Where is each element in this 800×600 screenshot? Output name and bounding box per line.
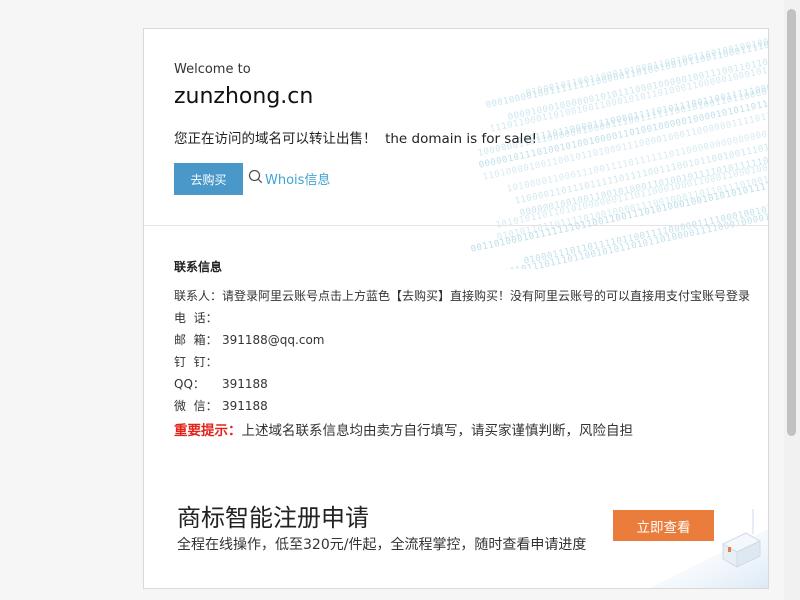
whois-link[interactable]: Whois信息 — [248, 169, 330, 188]
contact-row-dingtalk: 钉 钉： — [174, 353, 222, 370]
sale-notice: 您正在访问的域名可以转让出售！ the domain is for sale! — [174, 131, 538, 147]
contact-label: 联系人： — [174, 289, 223, 303]
contact-label: 电 话： — [174, 311, 218, 325]
contact-label: QQ： — [174, 377, 205, 391]
notice-text: 上述域名联系信息均由卖方自行填写，请买家谨慎判断，风险自担 — [241, 423, 634, 439]
contact-value: 391188 — [222, 399, 268, 413]
contact-row-phone: 电 话： — [174, 309, 222, 326]
search-icon — [248, 169, 265, 188]
ad-title: 商标智能注册申请 — [177, 504, 369, 532]
scrollbar-thumb[interactable] — [787, 9, 796, 436]
whois-label: Whois信息 — [265, 173, 331, 188]
domain-name: zunzhong.cn — [174, 84, 314, 109]
trademark-ad-banner[interactable]: 商标智能注册申请 全程在线操作，低至320元/件起，全流程掌控，随时查看申请进度… — [144, 489, 768, 588]
contact-value: 请登录阿里云账号点击上方蓝色【去购买】直接购买！没有阿里云账号的可以直接用支付宝… — [222, 289, 751, 303]
vertical-scrollbar[interactable] — [784, 0, 800, 600]
contact-value: 391188 — [222, 377, 268, 391]
view-now-button[interactable]: 立即查看 — [613, 510, 714, 541]
contact-label: 微 信： — [174, 399, 218, 413]
contact-row-contact-person: 联系人：请登录阿里云账号点击上方蓝色【去购买】直接购买！没有阿里云账号的可以直接… — [174, 287, 750, 304]
notice-label: 重要提示： — [174, 423, 242, 439]
binary-decoration: 0100010110011000101000110010011001001001… — [438, 29, 768, 269]
contact-title: 联系信息 — [174, 260, 223, 274]
welcome-text: Welcome to — [174, 62, 251, 77]
contact-value: 391188@qq.com — [222, 333, 325, 347]
contact-row-qq: QQ： 391188 — [174, 375, 268, 392]
contact-label: 钉 钉： — [174, 355, 218, 369]
domain-sale-card: 0100010110011000101000110010011001001001… — [143, 28, 769, 589]
contact-row-wechat: 微 信： 391188 — [174, 397, 268, 414]
important-notice: 重要提示：上述域名联系信息均由卖方自行填写，请买家谨慎判断，风险自担 — [174, 419, 633, 439]
ad-subtitle: 全程在线操作，低至320元/件起，全流程掌控，随时查看申请进度 — [177, 537, 587, 553]
buy-button[interactable]: 去购买 — [174, 163, 243, 195]
divider — [144, 225, 768, 226]
contact-row-email: 邮 箱： 391188@qq.com — [174, 331, 325, 348]
contact-label: 邮 箱： — [174, 333, 218, 347]
